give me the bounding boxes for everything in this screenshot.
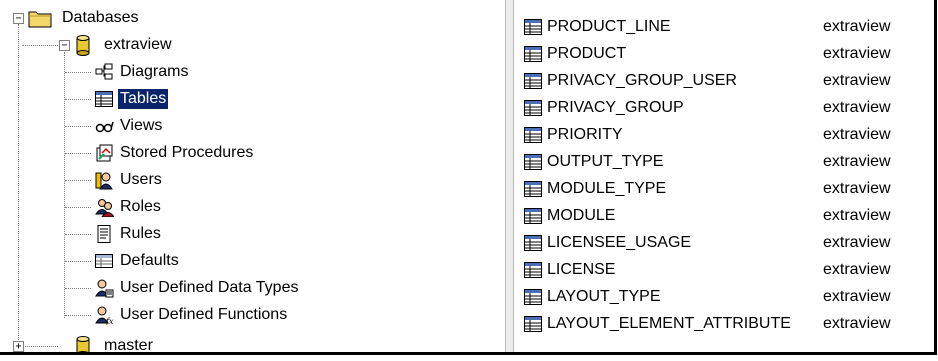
table-owner: extraview — [823, 260, 891, 278]
table-name: PRODUCT — [547, 44, 627, 62]
table-icon — [523, 45, 543, 63]
table-row[interactable]: PRIORITY extraview — [514, 121, 934, 148]
database-icon — [76, 336, 90, 352]
tree-guide-line — [18, 24, 19, 346]
tree-guide-line — [22, 346, 58, 347]
user-icon — [94, 170, 114, 190]
table-row[interactable]: LAYOUT_TYPE extraview — [514, 283, 934, 310]
tree-item-label: Roles — [120, 198, 161, 215]
table-name: LAYOUT_TYPE — [547, 287, 661, 305]
tree-guide-line — [65, 207, 91, 208]
table-name: PRODUCT_LINE — [547, 17, 671, 35]
table-row[interactable]: MODULE_TYPE extraview — [514, 175, 934, 202]
table-row[interactable]: LICENSEE_USAGE extraview — [514, 229, 934, 256]
udt-icon — [94, 278, 114, 298]
tree-guide-line — [22, 45, 58, 46]
table-icon — [523, 72, 543, 90]
table-owner: extraview — [823, 179, 891, 197]
table-row[interactable]: OUTPUT_TYPE extraview — [514, 148, 934, 175]
table-name: MODULE — [547, 206, 616, 224]
table-owner: extraview — [823, 17, 891, 35]
database-icon — [76, 35, 90, 56]
table-name: PRIVACY_GROUP_USER — [547, 71, 737, 89]
tree-guide-line — [65, 315, 91, 316]
rules-icon — [94, 224, 114, 244]
tree-label-databases: Databases — [62, 9, 139, 26]
table-icon — [523, 126, 543, 144]
table-name: OUTPUT_TYPE — [547, 152, 664, 170]
tree-item-label: Users — [120, 171, 162, 188]
table-row[interactable]: PRIVACY_GROUP extraview — [514, 94, 934, 121]
tree-item-label: Tables — [116, 88, 170, 110]
table-name: LAYOUT_ELEMENT_ATTRIBUTE — [547, 314, 791, 332]
table-row[interactable]: MODULE extraview — [514, 202, 934, 229]
table-icon — [523, 315, 543, 333]
tree-label-extraview: extraview — [104, 36, 172, 53]
tree-label-master: master — [104, 337, 153, 352]
tree-item-label: Views — [120, 117, 163, 134]
tree-guide-line — [65, 261, 91, 262]
collapse-expander[interactable]: − — [13, 13, 24, 24]
table-icon — [523, 99, 543, 117]
svg-text:fx: fx — [105, 317, 114, 325]
tree-item-label: Stored Procedures — [120, 144, 254, 161]
table-icon — [523, 288, 543, 306]
tree-guide-line — [65, 126, 91, 127]
table-name: LICENSEE_USAGE — [547, 233, 692, 251]
collapse-expander[interactable]: − — [59, 40, 70, 51]
table-row[interactable]: PRODUCT_LINE extraview — [514, 13, 934, 40]
table-name: PRIVACY_GROUP — [547, 98, 684, 116]
table-icon — [523, 18, 543, 36]
table-icon — [523, 234, 543, 252]
glasses-icon — [94, 116, 114, 136]
table-owner: extraview — [823, 71, 891, 89]
table-owner: extraview — [823, 98, 891, 116]
diagram-icon — [94, 62, 114, 82]
table-name: PRIORITY — [547, 125, 623, 143]
folder-icon — [28, 11, 52, 28]
tree-item-label: Diagrams — [120, 63, 189, 80]
table-row[interactable]: PRIVACY_GROUP_USER extraview — [514, 67, 934, 94]
tree-guide-line — [65, 99, 91, 100]
pane-splitter[interactable] — [505, 0, 514, 352]
table-owner: extraview — [823, 233, 891, 251]
tree-item-label: Rules — [120, 225, 161, 242]
udf-icon: fx — [94, 305, 114, 326]
table-row[interactable]: LICENSE extraview — [514, 256, 934, 283]
table-icon — [94, 89, 114, 109]
table-owner: extraview — [823, 314, 891, 332]
tree-guide-line — [65, 153, 91, 154]
tree-guide-line — [65, 180, 91, 181]
tree-item-label: User Defined Data Types — [120, 279, 299, 296]
defaults-icon — [94, 251, 114, 271]
tree-item-label: User Defined Functions — [120, 306, 288, 323]
table-list[interactable]: PRODUCT_LINE extraview PRODUCT extraview PRI… — [514, 0, 934, 352]
tree-item-label: Defaults — [120, 252, 179, 269]
stored-procedure-icon — [94, 143, 114, 163]
tree-guide-line — [65, 72, 91, 73]
table-row[interactable]: LAYOUT_ELEMENT_ATTRIBUTE extraview — [514, 310, 934, 337]
table-owner: extraview — [823, 206, 891, 224]
table-owner: extraview — [823, 152, 891, 170]
table-owner: extraview — [823, 287, 891, 305]
table-icon — [523, 153, 543, 171]
table-owner: extraview — [823, 44, 891, 62]
table-icon — [523, 261, 543, 279]
table-row[interactable]: PRODUCT extraview — [514, 40, 934, 67]
table-icon — [523, 207, 543, 225]
table-name: LICENSE — [547, 260, 616, 278]
roles-icon — [94, 197, 115, 218]
tree-guide-line — [65, 234, 91, 235]
object-tree[interactable]: − Databases − extraview Diagrams Tables Vi… — [0, 0, 503, 352]
tree-guide-line — [65, 288, 91, 289]
expand-expander[interactable]: + — [13, 341, 24, 352]
enterprise-manager-window: − Databases − extraview Diagrams Tables Vi… — [0, 0, 937, 355]
tree-guide-line — [64, 52, 65, 318]
table-owner: extraview — [823, 125, 891, 143]
table-name: MODULE_TYPE — [547, 179, 667, 197]
table-icon — [523, 180, 543, 198]
